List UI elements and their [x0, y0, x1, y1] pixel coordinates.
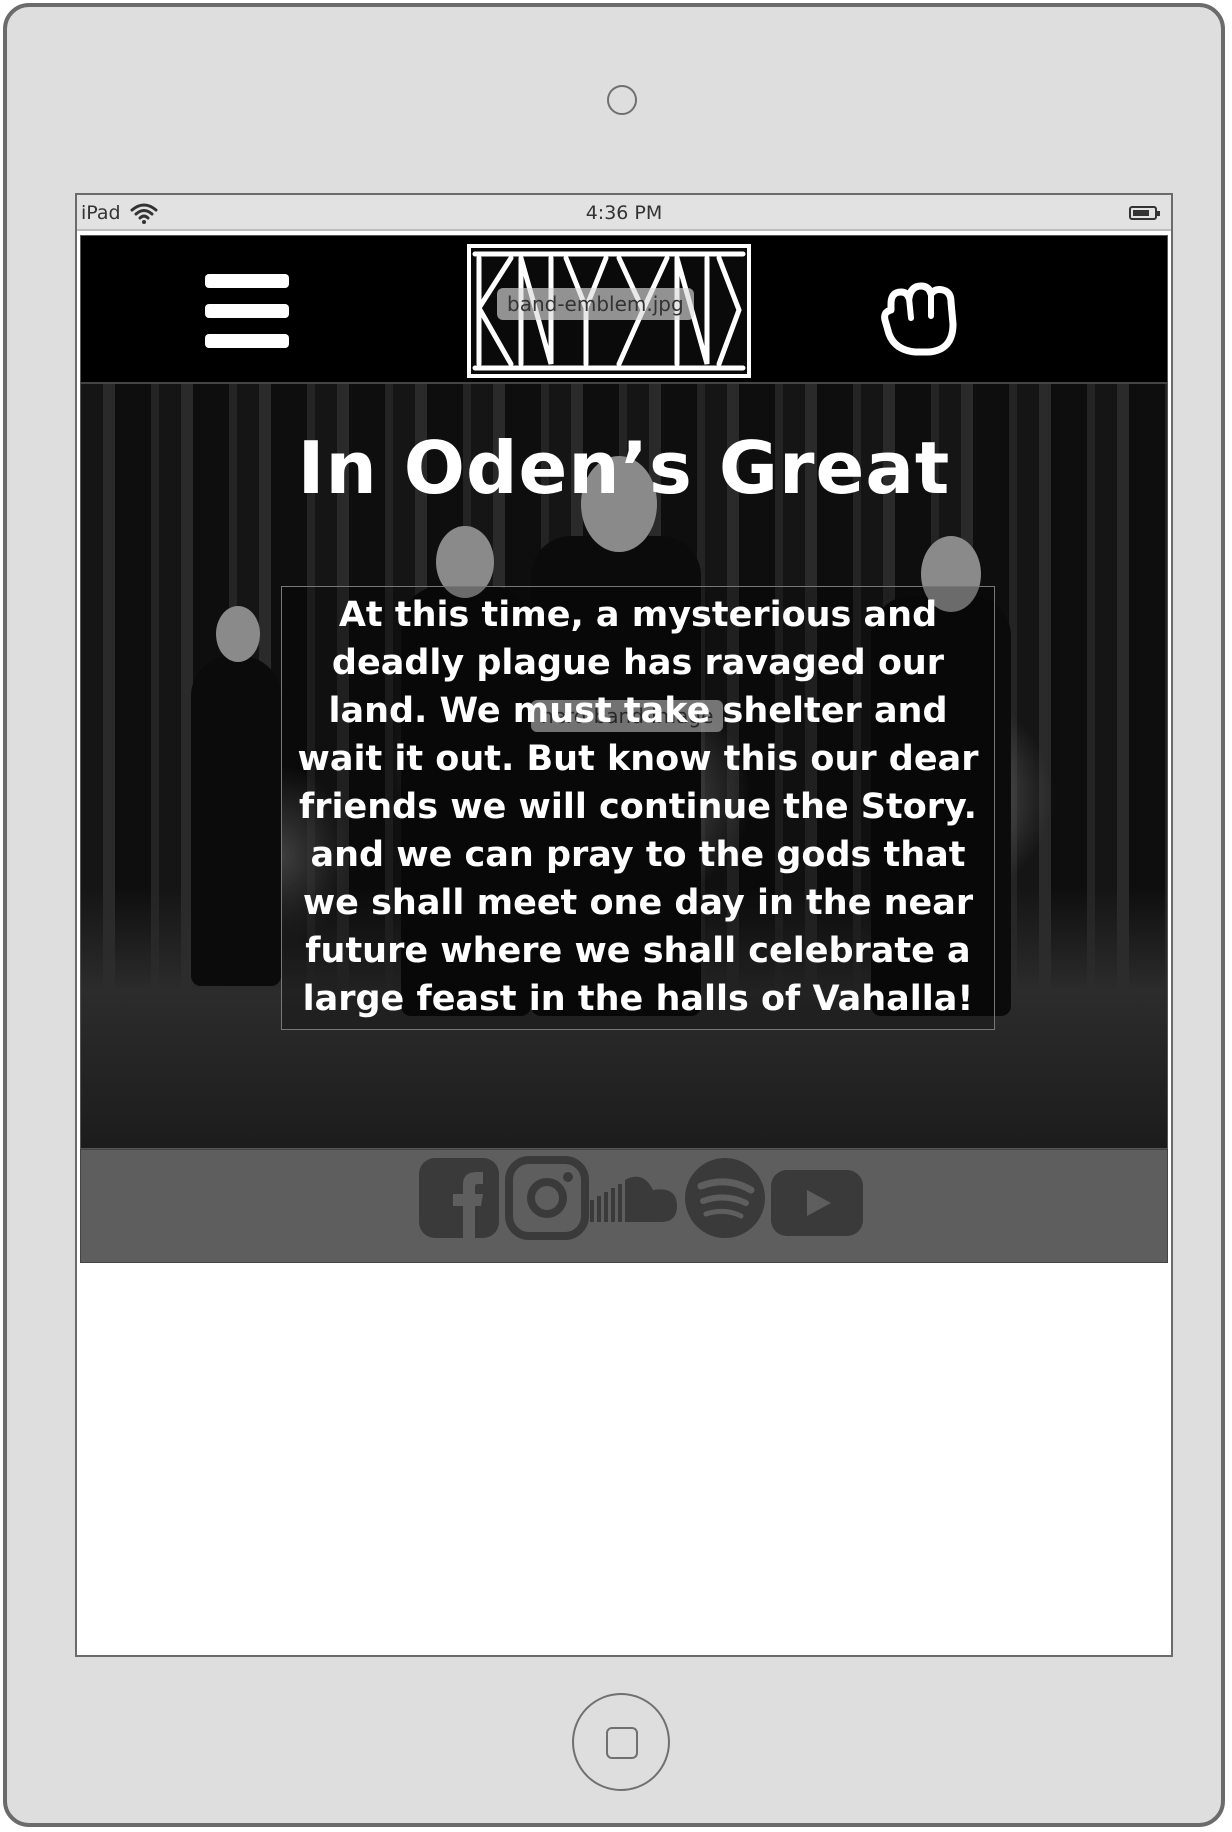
band-member-head	[216, 606, 260, 662]
home-button[interactable]	[572, 1693, 670, 1791]
facebook-icon[interactable]	[417, 1156, 501, 1240]
device-screen: iPad 4:36 PM band-emblem.jpg In Oden’s G…	[75, 193, 1173, 1657]
social-links-bar	[80, 1149, 1168, 1263]
message-box: At this time, a mysterious and deadly pl…	[281, 586, 995, 1030]
ipad-device-frame: iPad 4:36 PM band-emblem.jpg In Oden’s G…	[3, 3, 1225, 1827]
youtube-icon[interactable]	[769, 1156, 865, 1240]
site-navbar: band-emblem.jpg	[81, 236, 1167, 384]
battery-icon	[1129, 206, 1160, 220]
logo-placeholder-label: band-emblem.jpg	[497, 288, 694, 320]
front-camera	[607, 85, 637, 115]
instagram-icon[interactable]	[505, 1156, 589, 1240]
hamburger-menu-icon[interactable]	[205, 274, 289, 348]
status-bar: iPad 4:36 PM	[77, 195, 1171, 231]
soundcloud-icon[interactable]	[581, 1156, 681, 1240]
spotify-icon[interactable]	[683, 1156, 767, 1240]
hand-fist-icon[interactable]	[877, 274, 963, 358]
band-member-figure	[191, 656, 281, 986]
band-logo[interactable]: band-emblem.jpg	[467, 244, 751, 378]
plague-message-text: At this time, a mysterious and deadly pl…	[297, 595, 979, 1029]
hero-title: In Oden’s Great	[297, 426, 951, 510]
home-square-icon	[606, 1727, 638, 1759]
hero-section: band-emblem.jpg In Oden’s Great hero-ban…	[80, 235, 1168, 1149]
status-time: 4:36 PM	[585, 202, 663, 224]
